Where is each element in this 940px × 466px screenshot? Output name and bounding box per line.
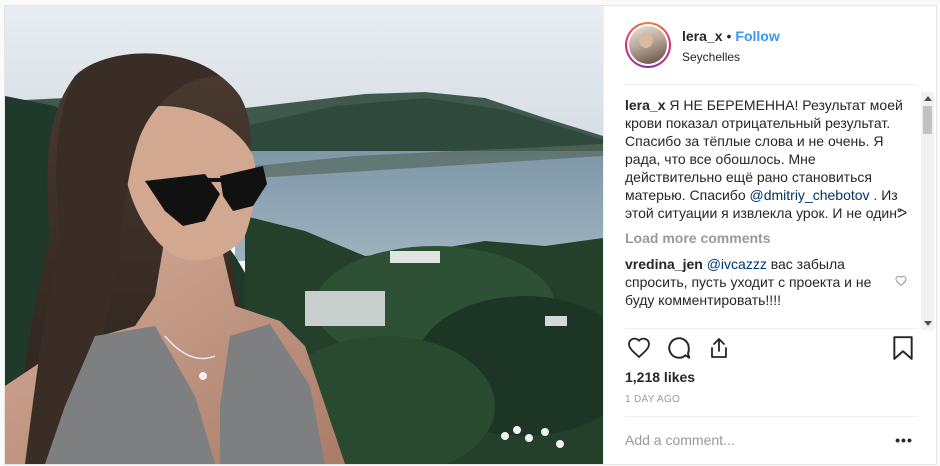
instagram-post: lera_x • Follow Seychelles lera_x Я НЕ Б…	[4, 5, 937, 465]
save-button[interactable]	[889, 334, 917, 362]
divider	[625, 416, 918, 417]
comment-button[interactable]	[665, 334, 693, 362]
post-photo[interactable]	[5, 6, 603, 464]
share-icon	[711, 338, 727, 358]
heart-icon[interactable]	[895, 273, 907, 291]
post-sidebar: lera_x • Follow Seychelles lera_x Я НЕ Б…	[603, 6, 936, 464]
more-options-icon[interactable]: •••	[892, 431, 916, 449]
likes-count[interactable]: 1,218 likes	[625, 369, 695, 385]
follow-button[interactable]: Follow	[735, 28, 779, 44]
separator-dot: •	[726, 28, 732, 44]
scroll-up-arrow-icon[interactable]	[924, 96, 932, 101]
location-link[interactable]: Seychelles	[682, 50, 780, 64]
like-button[interactable]	[625, 334, 653, 362]
bookmark-icon	[893, 336, 913, 360]
post-header: lera_x • Follow Seychelles	[604, 6, 936, 84]
author-username[interactable]: lera_x	[682, 28, 722, 44]
comments-scrollbar[interactable]	[921, 92, 934, 330]
divider	[625, 84, 918, 85]
post-image	[5, 6, 603, 464]
load-more-comments-button[interactable]: Load more comments	[625, 229, 915, 247]
action-bar	[625, 334, 917, 364]
heart-icon	[628, 337, 650, 359]
comment-mention[interactable]: @ivcazzz	[707, 256, 767, 272]
scroll-down-arrow-icon[interactable]	[924, 321, 932, 326]
post-timestamp[interactable]: 1 DAY AGO	[625, 394, 680, 405]
caption-username[interactable]: lera_x	[625, 97, 665, 113]
comment-item: vredina_jen @ivcazzz вас забыла спросить…	[625, 255, 915, 309]
share-button[interactable]	[705, 334, 733, 362]
comment-username[interactable]: vredina_jen	[625, 256, 703, 272]
add-comment-input[interactable]	[625, 430, 885, 450]
divider	[625, 328, 918, 329]
comment-icon	[668, 337, 691, 359]
post-caption: lera_x Я НЕ БЕРЕМЕННА! Результат моей кр…	[625, 96, 915, 222]
comments-list: lera_x Я НЕ БЕРЕМЕННА! Результат моей кр…	[625, 96, 915, 328]
scroll-thumb[interactable]	[923, 106, 932, 134]
story-ring[interactable]	[625, 22, 671, 68]
caption-mention[interactable]: @dmitriy_chebotov	[750, 187, 870, 203]
avatar[interactable]	[629, 26, 667, 64]
